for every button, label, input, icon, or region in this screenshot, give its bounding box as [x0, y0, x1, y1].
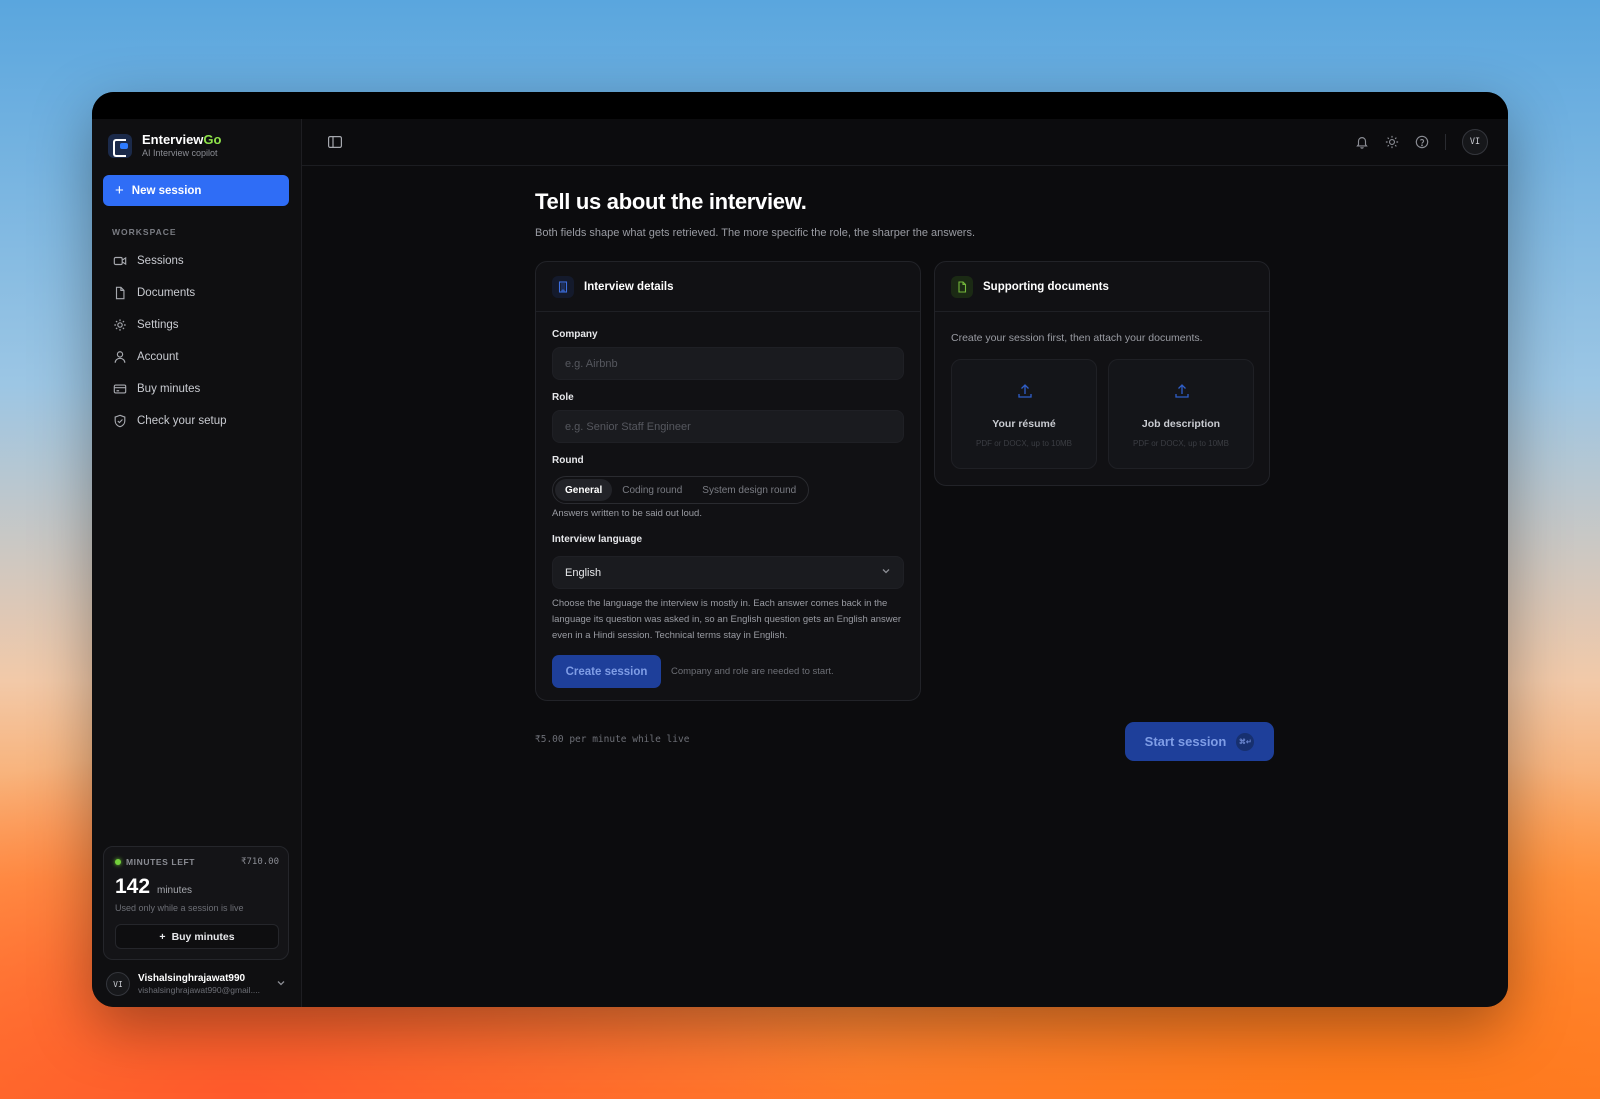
- job-description-upload-hint: PDF or DOCX, up to 10MB: [1132, 439, 1230, 448]
- round-option-coding[interactable]: Coding round: [612, 479, 692, 501]
- sidebar-item-check-setup[interactable]: Check your setup: [103, 405, 289, 437]
- chevron-down-icon: [881, 566, 891, 579]
- sidebar-item-account[interactable]: Account: [103, 341, 289, 373]
- minutes-left-label: MINUTES LEFT: [115, 857, 195, 867]
- start-session-label: Start session: [1144, 734, 1227, 749]
- minutes-count: 142: [115, 875, 151, 898]
- user-icon: [113, 350, 127, 364]
- building-icon: [552, 275, 574, 298]
- sidebar-item-label: Settings: [137, 319, 179, 331]
- main-area: VI Tell us about the interview. Both fie…: [302, 119, 1508, 1007]
- round-option-system-design[interactable]: System design round: [692, 479, 806, 501]
- sun-icon[interactable]: [1385, 135, 1399, 149]
- create-session-hint: Company and role are needed to start.: [671, 666, 834, 677]
- wallet-balance: ₹710.00: [241, 857, 279, 867]
- interview-details-card: Interview details Company e.g. Airbnb Ro…: [535, 261, 921, 701]
- round-option-general[interactable]: General: [555, 479, 613, 501]
- sidebar-item-label: Sessions: [137, 255, 184, 267]
- plus-icon: +: [115, 182, 124, 199]
- new-session-button[interactable]: + New session: [103, 175, 289, 206]
- bell-icon[interactable]: [1355, 135, 1369, 149]
- job-description-upload[interactable]: Job description PDF or DOCX, up to 10MB: [1108, 359, 1254, 469]
- brand-name-accent: Go: [203, 132, 222, 147]
- minutes-unit: minutes: [157, 885, 193, 896]
- user-email: vishalsinghrajawat990@gmail....: [138, 985, 261, 995]
- round-hint: Answers written to be said out loud.: [552, 508, 702, 519]
- page-header: Tell us about the interview. Both fields…: [535, 189, 1267, 239]
- resume-upload[interactable]: Your résumé PDF or DOCX, up to 10MB: [951, 359, 1097, 469]
- topbar: VI: [302, 119, 1508, 166]
- minutes-note: Used only while a session is live: [115, 903, 244, 913]
- resume-upload-title: Your résumé: [992, 418, 1056, 430]
- company-input[interactable]: e.g. Airbnb: [552, 347, 904, 380]
- supporting-documents-card: Supporting documents Create your session…: [934, 261, 1270, 486]
- language-label: Interview language: [552, 534, 643, 545]
- start-session-button[interactable]: Start session ⌘↵: [1125, 722, 1274, 761]
- upload-icon: [1016, 382, 1034, 400]
- user-name: Vishalsinghrajawat990: [138, 973, 246, 984]
- sidebar-nav: Sessions Documents Settings Account Buy …: [103, 245, 289, 437]
- topbar-divider: [1445, 134, 1446, 150]
- sidebar-item-settings[interactable]: Settings: [103, 309, 289, 341]
- upload-icon: [1173, 382, 1191, 400]
- minutes-card: MINUTES LEFT ₹710.00 142 minutes Used on…: [103, 846, 289, 960]
- card-icon: [113, 382, 127, 396]
- language-hint: Choose the language the interview is mos…: [552, 598, 902, 641]
- new-session-label: New session: [131, 184, 202, 197]
- brand-logo-icon: [108, 134, 132, 158]
- brand-name: EnterviewGo: [142, 132, 222, 147]
- page-title: Tell us about the interview.: [535, 189, 807, 214]
- round-label: Round: [552, 455, 584, 466]
- sidebar-item-label: Account: [137, 351, 179, 363]
- price-note: ₹5.00 per minute while live: [535, 734, 690, 745]
- sidebar: EnterviewGo AI Interview copilot + New s…: [92, 119, 302, 1007]
- resume-upload-hint: PDF or DOCX, up to 10MB: [975, 439, 1073, 448]
- document-icon: [113, 286, 127, 300]
- avatar: VI: [106, 972, 130, 996]
- sidebar-item-label: Documents: [137, 287, 196, 299]
- sidebar-item-sessions[interactable]: Sessions: [103, 245, 289, 277]
- sidebar-item-buy-minutes[interactable]: Buy minutes: [103, 373, 289, 405]
- help-icon[interactable]: [1415, 135, 1429, 149]
- chevron-down-icon: [276, 975, 286, 993]
- job-description-upload-title: Job description: [1141, 418, 1221, 430]
- window-chrome: [92, 92, 1508, 119]
- file-icon: [951, 275, 973, 298]
- company-label: Company: [552, 329, 598, 340]
- avatar[interactable]: VI: [1462, 129, 1488, 155]
- buy-minutes-button[interactable]: + Buy minutes: [115, 924, 279, 949]
- buy-minutes-label: Buy minutes: [171, 930, 235, 943]
- create-session-button[interactable]: Create session: [552, 655, 661, 688]
- card-title: Supporting documents: [983, 280, 1109, 293]
- user-menu[interactable]: VI Vishalsinghrajawat990 vishalsinghraja…: [106, 972, 286, 996]
- language-select[interactable]: English: [552, 556, 904, 589]
- round-selector: General Coding round System design round: [552, 476, 810, 504]
- sidebar-toggle-icon[interactable]: [328, 135, 343, 149]
- keyboard-shortcut-badge: ⌘↵: [1236, 732, 1255, 751]
- video-icon: [113, 254, 127, 268]
- docs-subtitle: Create your session first, then attach y…: [951, 332, 1203, 344]
- sidebar-item-label: Buy minutes: [137, 383, 201, 395]
- gear-icon: [113, 318, 127, 332]
- app-window: EnterviewGo AI Interview copilot + New s…: [92, 92, 1508, 1007]
- plus-icon: +: [159, 930, 166, 943]
- role-label: Role: [552, 392, 574, 403]
- card-title: Interview details: [584, 280, 674, 293]
- brand-subtitle: AI Interview copilot: [142, 148, 218, 158]
- sidebar-item-label: Check your setup: [137, 415, 227, 427]
- live-dot-icon: [115, 859, 121, 865]
- sidebar-item-documents[interactable]: Documents: [103, 277, 289, 309]
- page-subtitle: Both fields shape what gets retrieved. T…: [535, 227, 976, 239]
- workspace-section-label: WORKSPACE: [112, 227, 177, 237]
- language-value: English: [565, 566, 602, 579]
- shield-icon: [113, 414, 127, 428]
- brand[interactable]: EnterviewGo AI Interview copilot: [108, 133, 221, 159]
- role-input[interactable]: e.g. Senior Staff Engineer: [552, 410, 904, 443]
